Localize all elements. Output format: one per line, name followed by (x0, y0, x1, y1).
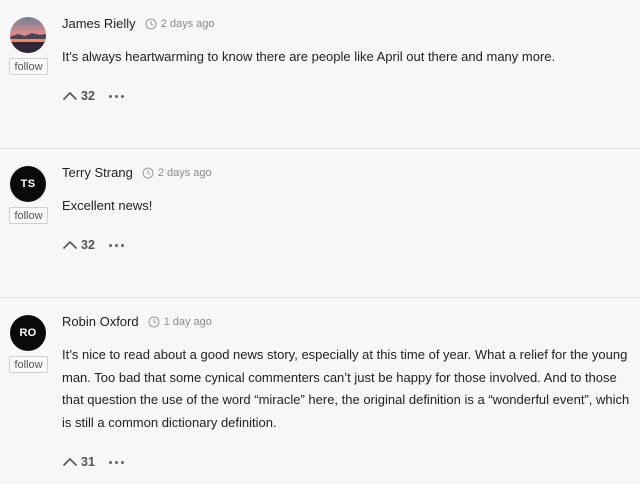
upvote-button[interactable]: 31 (62, 455, 95, 469)
comment-meta: Terry Strang 2 days ago (62, 165, 212, 180)
vote-count: 31 (81, 455, 95, 469)
comment-item: follow James Rielly 2 days ago It's alwa… (0, 0, 640, 149)
vote-count: 32 (81, 89, 95, 103)
comment-timestamp: 2 days ago (160, 17, 215, 30)
comment-list: follow James Rielly 2 days ago It's alwa… (0, 0, 640, 484)
clock-icon (145, 18, 157, 30)
comment-item: RO follow Robin Oxford 1 day ago It’s ni… (0, 298, 640, 484)
author-name[interactable]: Robin Oxford (62, 314, 139, 329)
comment-text: It’s nice to read about a good news stor… (62, 347, 630, 430)
avatar-initials: TS (20, 178, 36, 190)
comment-meta: James Rielly 2 days ago (62, 16, 215, 31)
vote-count: 32 (81, 238, 95, 252)
upvote-button[interactable]: 32 (62, 89, 95, 103)
avatar[interactable]: TS (10, 166, 46, 202)
chevron-up-icon (62, 457, 78, 467)
chevron-up-icon (62, 240, 78, 250)
follow-button[interactable]: follow (9, 356, 48, 373)
comment-actions: 31 (62, 455, 124, 469)
comment-timestamp: 2 days ago (157, 166, 212, 179)
comment-text: Excellent news! (62, 198, 153, 213)
comment-meta: Robin Oxford 1 day ago (62, 314, 212, 329)
upvote-button[interactable]: 32 (62, 238, 95, 252)
avatar-initials: RO (19, 327, 37, 339)
comment-actions: 32 (62, 238, 124, 252)
sunset-landscape-photo (10, 17, 46, 53)
comment-timestamp: 1 day ago (163, 315, 212, 328)
more-dots-icon[interactable] (108, 240, 124, 251)
follow-button[interactable]: follow (9, 207, 48, 224)
more-dots-icon[interactable] (108, 457, 124, 468)
author-name[interactable]: Terry Strang (62, 165, 133, 180)
clock-icon (148, 316, 160, 328)
avatar[interactable]: RO (10, 315, 46, 351)
chevron-up-icon (62, 91, 78, 101)
comment-item: TS follow Terry Strang 2 days ago Excell… (0, 149, 640, 298)
comment-actions: 32 (62, 89, 124, 103)
comment-text: It's always heartwarming to know there a… (62, 49, 556, 64)
follow-button[interactable]: follow (9, 58, 48, 75)
avatar[interactable] (10, 17, 46, 53)
clock-icon (142, 167, 154, 179)
more-dots-icon[interactable] (108, 91, 124, 102)
author-name[interactable]: James Rielly (62, 16, 136, 31)
